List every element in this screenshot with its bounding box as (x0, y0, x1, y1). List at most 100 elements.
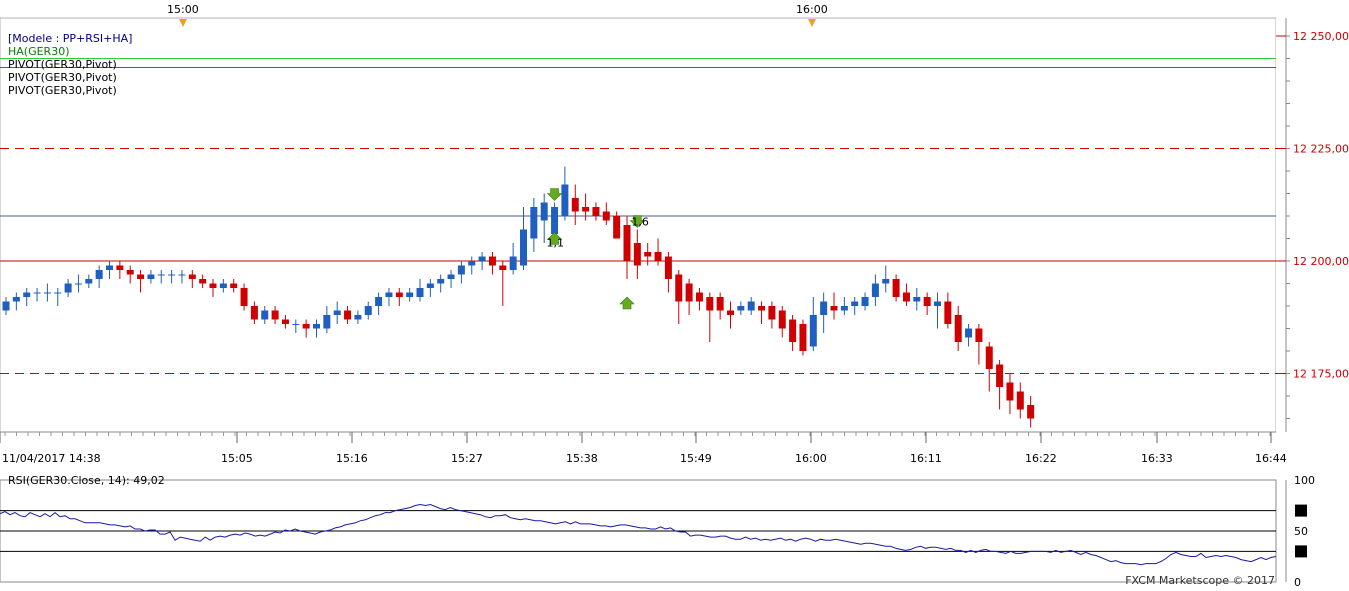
candle-body (395, 292, 403, 297)
candle-body (488, 256, 496, 266)
candle-body (902, 292, 910, 302)
candle-body (592, 207, 600, 216)
candle-body (12, 297, 20, 302)
candle-body (571, 198, 579, 212)
candle-body (188, 274, 196, 279)
x-tick-label-10: 16:44 (1255, 452, 1287, 465)
x-tick-label-2: 15:16 (336, 452, 368, 465)
candle-body (116, 265, 124, 270)
candle-body (664, 256, 672, 279)
top-time-label-1: 16:00 (796, 3, 828, 16)
candle-body (871, 283, 879, 297)
candle-body (54, 292, 62, 294)
candle-body (499, 265, 507, 270)
candle-body (520, 229, 527, 266)
candle-body (851, 301, 859, 306)
candle-body (1016, 391, 1024, 410)
legend-ha: HA(GER30) (8, 45, 70, 58)
legend-model: [Modele : PP+RSI+HA] (8, 32, 133, 45)
candle-body (613, 216, 621, 239)
legend-pivot-1: PIVOT(GER30,Pivot) (8, 58, 117, 71)
candle-body (675, 274, 683, 302)
candle-body (209, 283, 217, 288)
candle-body (789, 319, 797, 342)
candle-body (768, 306, 776, 320)
candle-body (582, 207, 590, 212)
candle-body (416, 288, 424, 297)
candle-body (64, 283, 72, 293)
candle-body (240, 288, 248, 306)
candle-body (137, 274, 145, 279)
candle-body (975, 328, 983, 342)
candle-body (364, 306, 372, 315)
candle-body (934, 301, 941, 306)
candle-body (292, 324, 300, 325)
candle-body (551, 207, 559, 234)
candle-body (706, 297, 714, 311)
rsi-label: RSI(GER30.Close, 14): 49,02 (8, 474, 165, 487)
candle-body (333, 310, 341, 315)
candle-body (882, 279, 890, 284)
candle-body (106, 265, 113, 270)
candle-body (747, 301, 755, 311)
candle-body (271, 310, 279, 320)
rsi-tick-label-0: 100 (1294, 474, 1315, 487)
candle-body (830, 306, 838, 311)
price-chart-svg[interactable]: 12 250,00 12 225,00 12 200,00 12 175,00 1,1 1… (0, 0, 1349, 589)
price-tick-label-2: 12 200,00 (1293, 255, 1349, 268)
candle-body (996, 364, 1004, 387)
candle-body (447, 274, 455, 279)
candle-body (944, 301, 952, 324)
candle-body (799, 324, 807, 351)
candle-body (147, 274, 155, 279)
candle-body (892, 279, 900, 297)
candle-body (1027, 405, 1035, 419)
candle-body (716, 297, 724, 311)
candle-body (737, 306, 745, 311)
candle-body (385, 292, 393, 297)
legend-pivot-2: PIVOT(GER30,Pivot) (8, 71, 117, 84)
x-tick-label-7: 16:11 (910, 452, 942, 465)
candle-body (437, 279, 445, 284)
price-tick-label-0: 12 250,00 (1293, 30, 1349, 43)
candle-body (219, 283, 227, 288)
candle-body (530, 207, 538, 239)
top-time-label-0: 15:00 (167, 3, 199, 16)
x-tick-label-8: 16:22 (1025, 452, 1057, 465)
x-tick-label-9: 16:33 (1141, 452, 1173, 465)
price-tick-label-1: 12 225,00 (1293, 143, 1349, 156)
candle-body (43, 292, 51, 294)
candle-body (199, 279, 207, 284)
candle-body (230, 283, 238, 288)
price-tick-label-3: 12 175,00 (1293, 368, 1349, 381)
candle-body (809, 315, 817, 347)
candle-body (633, 243, 641, 266)
candle-body (540, 202, 548, 221)
rsi-level-marker-0 (1295, 504, 1307, 517)
candle-body (685, 283, 693, 302)
candle-body (33, 292, 41, 294)
candle-body (323, 315, 331, 329)
candle-body (426, 283, 434, 288)
x-tick-label-4: 15:38 (566, 452, 598, 465)
candle-body (840, 306, 848, 311)
candle-body (1006, 382, 1014, 401)
x-tick-label-6: 16:00 (795, 452, 827, 465)
candle-body (561, 184, 569, 216)
candle-body (758, 306, 766, 311)
x-tick-label-0: 11/04/2017 14:38 (2, 452, 101, 465)
candle-body (820, 301, 828, 315)
candle-body (468, 261, 476, 266)
candle-body (478, 256, 486, 261)
candle-body (602, 211, 610, 221)
candle-body (126, 270, 134, 275)
candle-body (74, 283, 82, 285)
candle-body (281, 319, 289, 324)
candle-body (23, 292, 31, 297)
candle-body (954, 315, 962, 342)
rsi-level-marker-1 (1295, 545, 1307, 558)
candle-body (654, 252, 662, 261)
chart-window: 12 250,00 12 225,00 12 200,00 12 175,00 1,1 1… (0, 0, 1349, 589)
candle-body (85, 279, 93, 284)
candle-body (157, 274, 165, 276)
